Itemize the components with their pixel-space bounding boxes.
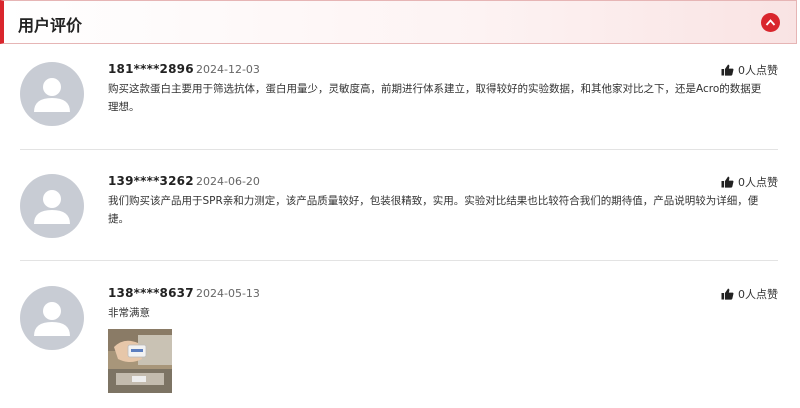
review-content: 非常满意 [108, 307, 150, 319]
review-date: 2024-12-03 [196, 63, 260, 76]
section-title: 用户评价 [18, 16, 83, 35]
like-count: 0人点赞 [738, 64, 778, 77]
like-button[interactable]: 0人点赞 [721, 174, 778, 190]
reviews-header: 用户评价 [0, 0, 797, 44]
reviewer-name: 138****8637 [108, 286, 194, 300]
review-content: 购买这款蛋白主要用于筛选抗体，蛋白用量少，灵敏度高，前期进行体系建立，取得较好的… [108, 83, 762, 113]
divider [20, 149, 778, 150]
collapse-button[interactable] [761, 13, 780, 32]
thumbs-up-icon [721, 288, 734, 300]
thumbs-up-icon [721, 64, 734, 76]
review-date: 2024-05-13 [196, 287, 260, 300]
like-button[interactable]: 0人点赞 [721, 286, 778, 302]
review-date: 2024-06-20 [196, 175, 260, 188]
like-button[interactable]: 0人点赞 [721, 62, 778, 78]
chevron-up-icon [765, 19, 776, 26]
user-avatar-icon [34, 78, 70, 112]
user-avatar-icon [34, 190, 70, 224]
like-count: 0人点赞 [738, 176, 778, 189]
reviewer-name: 139****3262 [108, 174, 194, 188]
thumbs-up-icon [721, 176, 734, 188]
avatar [20, 62, 84, 126]
like-count: 0人点赞 [738, 288, 778, 301]
product-photo-image [108, 329, 172, 393]
review-content: 我们购买该产品用于SPR亲和力测定，该产品质量较好，包装很精致，实用。实验对比结… [108, 195, 759, 225]
user-avatar-icon [34, 302, 70, 336]
reviewer-name: 181****2896 [108, 62, 194, 76]
divider [20, 260, 778, 261]
avatar [20, 174, 84, 238]
avatar [20, 286, 84, 350]
review-photo[interactable] [108, 329, 172, 393]
